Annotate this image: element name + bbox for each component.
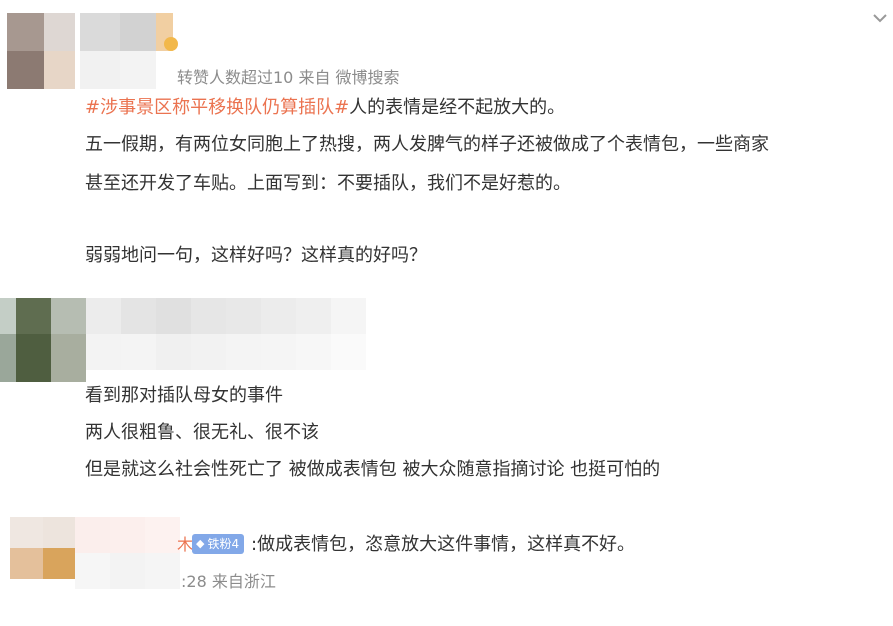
post1-line4: 弱弱地问一句，这样好吗？这样真的好吗？ bbox=[85, 245, 427, 266]
post2-username-blurred[interactable] bbox=[86, 298, 366, 370]
vip-badge-icon bbox=[164, 37, 178, 51]
post2-line3: 但是就这么社会性死亡了 被做成表情包 被大众随意指摘讨论 也挺可怕的 bbox=[85, 459, 661, 480]
post2-avatar-blurred[interactable] bbox=[0, 298, 86, 382]
fan-level-badge[interactable]: ◆ 铁粉4 bbox=[192, 534, 245, 554]
post1-line1-rest: 人的表情是经不起放大的。 bbox=[349, 97, 566, 118]
post1-username-blurred[interactable] bbox=[80, 13, 173, 89]
reply-text: :做成表情包，恣意放大这件事情，这样真不好。 bbox=[251, 534, 636, 555]
post1-meta: 转赞人数超过10 来自 微博搜索 bbox=[177, 68, 400, 87]
chevron-down-icon[interactable] bbox=[870, 8, 890, 28]
post2-line1: 看到那对插队母女的事件 bbox=[85, 385, 283, 406]
post1-avatar-blurred[interactable] bbox=[7, 13, 75, 89]
post1-hashtag-link[interactable]: #涉事景区称平移换队仍算插队# bbox=[85, 97, 349, 118]
post1-line2: 五一假期，有两位女同胞上了热搜，两人发脾气的样子还被做成了个表情包，一些商家 bbox=[85, 134, 769, 155]
fan-badge-label: 铁粉4 bbox=[207, 537, 240, 551]
post1-line3: 甚至还开发了车贴。上面写到：不要插队，我们不是好惹的。 bbox=[85, 173, 571, 194]
diamond-icon: ◆ bbox=[196, 537, 205, 550]
post2-line2: 两人很粗鲁、很无礼、很不该 bbox=[85, 422, 319, 443]
reply-username-tail[interactable]: 木 bbox=[177, 531, 193, 555]
reply-meta: :28 来自浙江 bbox=[181, 572, 276, 591]
post1-line1: #涉事景区称平移换队仍算插队#人的表情是经不起放大的。 bbox=[85, 96, 565, 120]
reply-username-blurred[interactable] bbox=[75, 517, 181, 589]
reply-avatar-blurred[interactable] bbox=[10, 517, 75, 579]
